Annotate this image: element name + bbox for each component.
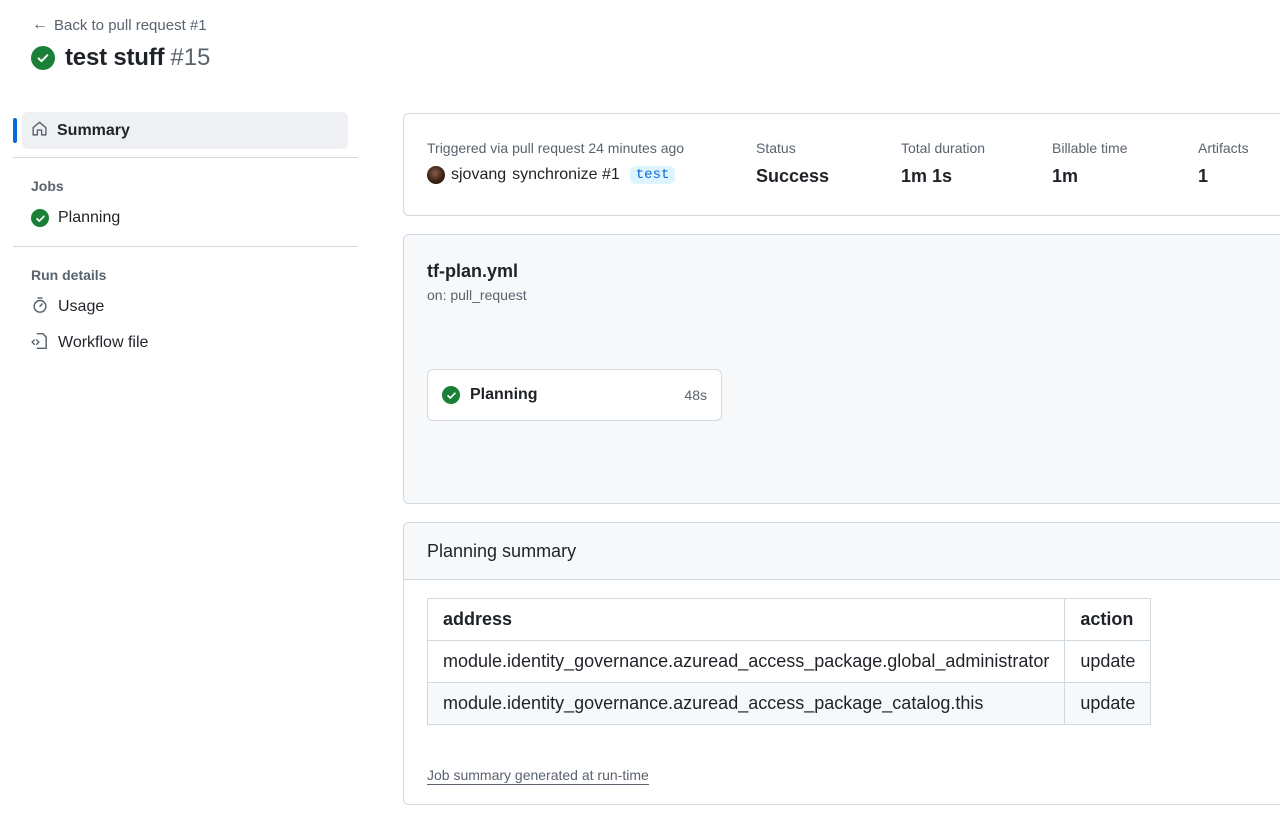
duration-value: 1m 1s bbox=[901, 166, 953, 186]
branch-tag[interactable]: test bbox=[629, 166, 676, 184]
address-cell: module.identity_governance.azuread_acces… bbox=[426, 640, 1066, 683]
billable-label: Billable time bbox=[1052, 140, 1128, 156]
back-link-label: Back to pull request #1 bbox=[54, 16, 207, 34]
trigger-details: sjovang synchronize #1 test bbox=[427, 166, 684, 184]
home-icon bbox=[31, 120, 48, 142]
stopwatch-icon bbox=[31, 296, 49, 319]
divider bbox=[13, 246, 358, 247]
sidebar-item-label: Summary bbox=[57, 121, 130, 139]
divider bbox=[13, 157, 358, 158]
job-card-planning[interactable]: Planning 48s bbox=[427, 369, 722, 421]
column-header-action: action bbox=[1064, 598, 1152, 641]
file-code-icon bbox=[31, 332, 49, 355]
sidebar-item-label: Usage bbox=[58, 298, 105, 315]
table-row: module.identity_governance.azuread_acces… bbox=[426, 682, 1152, 725]
trigger-info: Triggered via pull request 24 minutes ag… bbox=[427, 140, 684, 184]
planning-summary-title: Planning summary bbox=[404, 523, 1280, 580]
check-circle-icon bbox=[31, 46, 55, 70]
status-value: Success bbox=[756, 166, 830, 186]
sidebar-item-label: Workflow file bbox=[58, 334, 149, 351]
workflow-trigger: on: pull_request bbox=[427, 287, 527, 303]
run-details-section-label: Run details bbox=[31, 267, 107, 283]
artifacts-stat: Artifacts 1 bbox=[1198, 140, 1249, 187]
artifacts-label: Artifacts bbox=[1198, 140, 1249, 156]
billable-value[interactable]: 1m bbox=[1052, 166, 1127, 187]
job-name: Planning bbox=[470, 386, 538, 403]
duration-label: Total duration bbox=[901, 140, 986, 156]
table-row: module.identity_governance.azuread_acces… bbox=[426, 640, 1152, 683]
column-header-address: address bbox=[426, 598, 1066, 641]
jobs-section-label: Jobs bbox=[31, 178, 64, 194]
active-indicator bbox=[13, 118, 17, 143]
action-cell: update bbox=[1064, 682, 1152, 725]
table-header-row: address action bbox=[426, 598, 1152, 641]
check-circle-icon bbox=[31, 209, 49, 227]
actor-link[interactable]: sjovang bbox=[451, 166, 506, 184]
event-link[interactable]: synchronize #1 bbox=[512, 166, 620, 184]
sidebar: Summary Jobs Planning Run details Usage … bbox=[13, 112, 358, 361]
sidebar-item-label: Planning bbox=[58, 209, 121, 226]
sidebar-item-usage[interactable]: Usage bbox=[31, 289, 358, 325]
status-stat: Status Success bbox=[756, 140, 829, 187]
arrow-left-icon: ← bbox=[32, 16, 48, 33]
sidebar-item-summary[interactable]: Summary bbox=[13, 112, 348, 149]
run-number: #15 bbox=[170, 44, 211, 71]
check-circle-icon bbox=[442, 386, 460, 404]
workflow-file-name: tf-plan.yml bbox=[427, 261, 519, 281]
action-cell: update bbox=[1064, 640, 1152, 683]
planning-summary-panel: Planning summary address action module.i… bbox=[403, 522, 1280, 805]
workflow-graph-panel: tf-plan.yml on: pull_request Planning 48… bbox=[403, 234, 1280, 504]
back-to-pull-request-link[interactable]: ← Back to pull request #1 bbox=[32, 16, 207, 34]
status-label: Status bbox=[756, 140, 796, 156]
sidebar-item-workflow-file[interactable]: Workflow file bbox=[31, 325, 358, 361]
job-duration: 48s bbox=[684, 387, 707, 403]
billable-stat: Billable time 1m bbox=[1052, 140, 1127, 187]
sidebar-item-job-planning[interactable]: Planning bbox=[31, 200, 358, 236]
page-title-row: test stuff #15 bbox=[31, 44, 210, 72]
avatar[interactable] bbox=[427, 166, 445, 184]
plan-table: address action module.identity_governanc… bbox=[426, 598, 1152, 725]
trigger-label: Triggered via pull request 24 minutes ag… bbox=[427, 140, 685, 156]
job-summary-footer-link[interactable]: Job summary generated at run-time bbox=[427, 767, 649, 785]
run-summary-panel: Triggered via pull request 24 minutes ag… bbox=[403, 113, 1280, 216]
duration-stat: Total duration 1m 1s bbox=[901, 140, 985, 187]
artifacts-value[interactable]: 1 bbox=[1198, 166, 1249, 187]
address-cell: module.identity_governance.azuread_acces… bbox=[426, 682, 1066, 725]
page-title: test stuff bbox=[65, 44, 165, 71]
